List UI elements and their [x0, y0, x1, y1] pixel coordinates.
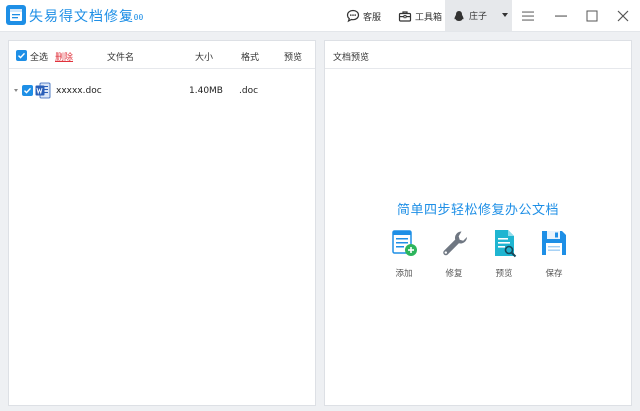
app-version: 1.00 [124, 13, 144, 22]
maximize-icon [586, 10, 598, 22]
hamburger-menu-icon [522, 11, 534, 21]
save-disk-icon [542, 231, 566, 255]
step-preview: 预览 [484, 227, 524, 283]
toolbox-button[interactable]: 工具箱 [398, 7, 442, 25]
preview-document-icon [495, 230, 517, 258]
step-add: 添加 [384, 227, 424, 283]
close-icon [617, 10, 629, 22]
column-header-preview: 预览 [284, 53, 303, 63]
app-logo-icon [6, 5, 26, 25]
title-bar: 失易得文档修复 1.00 客服 工具箱 庄子 [0, 0, 640, 32]
app-title: 失易得文档修复 [29, 9, 134, 25]
select-all-label[interactable]: 全选 [30, 50, 48, 63]
column-header-size: 大小 [195, 53, 214, 63]
chat-bubble-icon [346, 9, 360, 23]
file-size: 1.40MB [189, 86, 223, 96]
add-document-icon [392, 230, 417, 256]
word-document-icon [35, 82, 51, 99]
file-list-header: 全选 删除 文件名 大小 格式 预览 [9, 41, 315, 69]
expand-arrow-icon[interactable] [14, 89, 18, 92]
minimize-button[interactable] [553, 8, 569, 24]
step-repair-label: 修复 [445, 269, 463, 279]
toolbox-label: 工具箱 [415, 12, 443, 23]
step-repair: 修复 [434, 227, 474, 283]
select-all-checkbox[interactable] [16, 50, 27, 61]
document-preview-panel: 文档预览 简单四步轻松修复办公文档 添加 修复 预览 保存 [324, 40, 632, 406]
wrench-icon [443, 231, 467, 256]
minimize-icon [555, 15, 567, 17]
file-format: .doc [239, 86, 259, 96]
preview-header: 文档预览 [325, 41, 631, 69]
row-checkbox[interactable] [22, 85, 33, 96]
step-preview-label: 预览 [495, 269, 513, 279]
column-header-format: 格式 [241, 53, 260, 63]
preview-slogan: 简单四步轻松修复办公文档 [396, 203, 559, 218]
file-list-panel: 全选 删除 文件名 大小 格式 预览 xxxxx.doc 1.40MB .doc [8, 40, 316, 406]
user-menu[interactable]: 庄子 [445, 0, 512, 31]
step-add-label: 添加 [395, 269, 413, 279]
chevron-down-icon [502, 13, 508, 17]
preview-title: 文档预览 [333, 53, 370, 63]
toolbox-icon [398, 11, 412, 22]
column-header-filename: 文件名 [107, 53, 135, 63]
checkmark-icon [18, 52, 26, 59]
table-row[interactable]: xxxxx.doc 1.40MB .doc [9, 81, 315, 101]
step-save-label: 保存 [545, 269, 563, 279]
customer-service-button[interactable]: 客服 [346, 7, 381, 25]
close-button[interactable] [615, 8, 631, 24]
customer-service-label: 客服 [363, 12, 382, 23]
delete-link[interactable]: 删除 [55, 50, 73, 63]
user-avatar-icon [454, 10, 464, 21]
menu-button[interactable] [520, 8, 536, 24]
user-name: 庄子 [469, 12, 488, 22]
step-save: 保存 [534, 227, 574, 283]
checkmark-icon [24, 87, 32, 94]
file-name: xxxxx.doc [56, 86, 102, 96]
maximize-button[interactable] [584, 8, 600, 24]
